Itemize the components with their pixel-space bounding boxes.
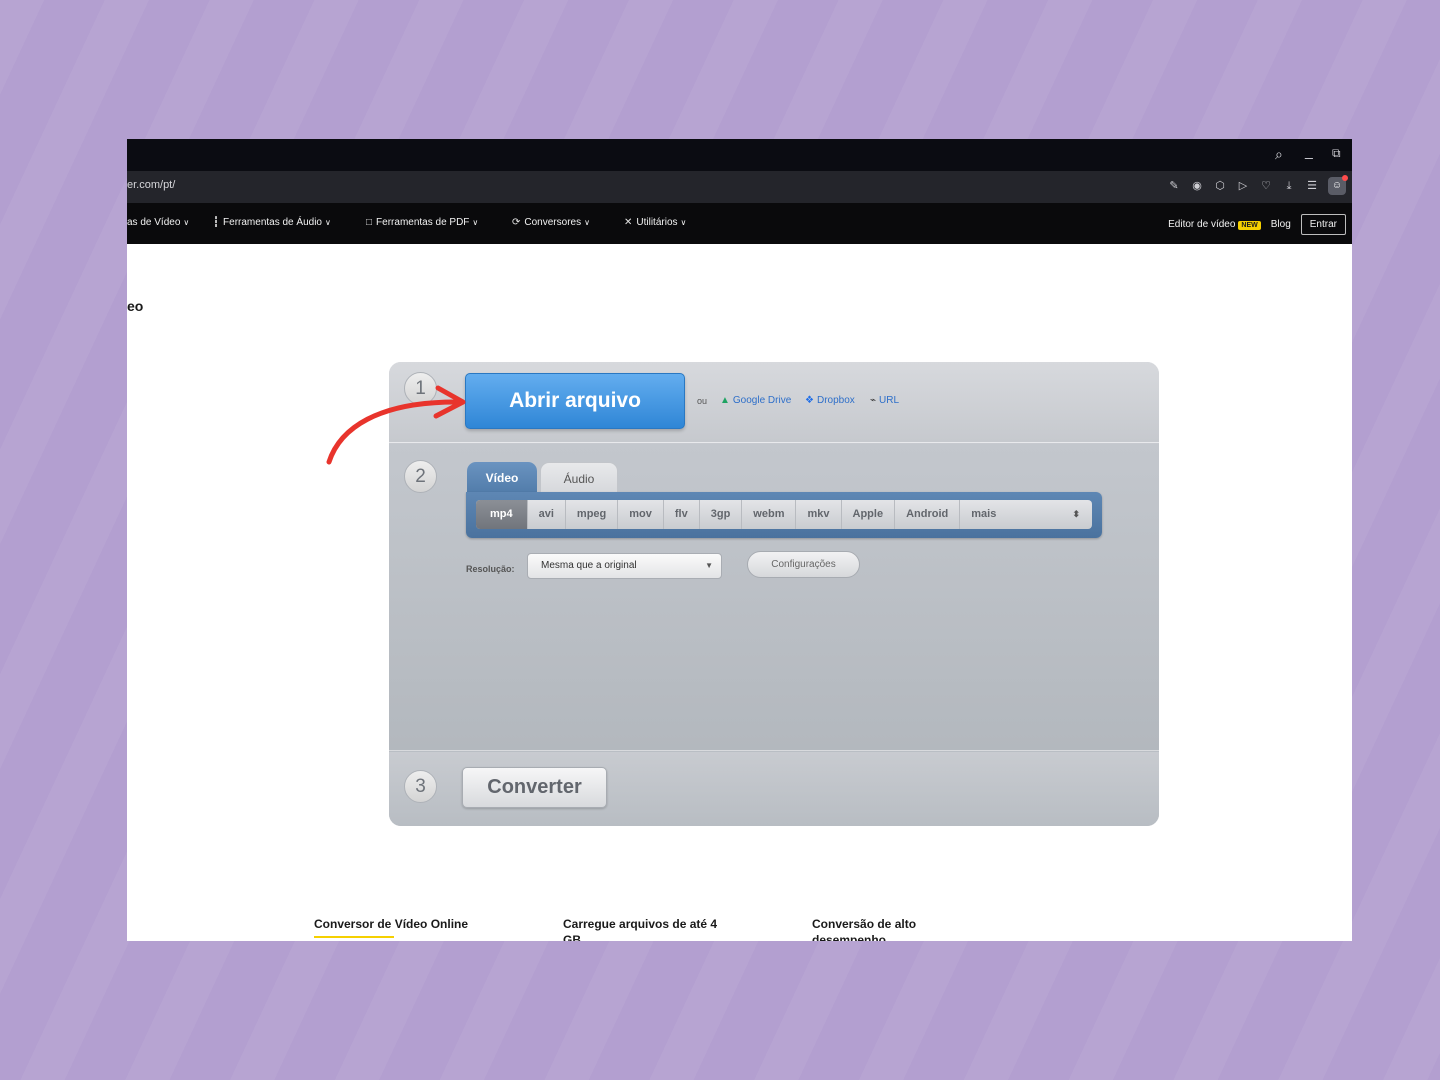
step-format: 2 Áudio Vídeo mp4 avi mpeg mov flv 3gp w… <box>389 444 1159 751</box>
resolution-select[interactable]: Mesma que a original ▼ <box>527 553 722 579</box>
edit-icon[interactable]: ✎ <box>1167 179 1181 193</box>
nav-label: Conversores <box>524 217 582 228</box>
nav-label: Ferramentas de Áudio <box>223 217 322 228</box>
blog-link[interactable]: Blog <box>1271 219 1291 230</box>
caret-down-icon: ▼ <box>705 561 713 570</box>
restore-icon[interactable]: ⧉ <box>1332 146 1341 161</box>
pdf-icon: □ <box>366 217 373 228</box>
format-apple[interactable]: Apple <box>842 500 896 529</box>
up-down-arrows-icon: ⬍ <box>1072 509 1080 519</box>
heart-icon[interactable]: ♡ <box>1259 179 1273 193</box>
format-mp4[interactable]: mp4 <box>476 500 528 529</box>
format-more-select[interactable]: mais ⬍ <box>960 500 1092 529</box>
tab-audio[interactable]: Áudio <box>540 462 618 496</box>
nav-utilities[interactable]: ✕ Utilitários ∨ <box>624 217 686 228</box>
annotation-arrow-icon <box>326 385 466 465</box>
format-flv[interactable]: flv <box>664 500 700 529</box>
dropbox-link[interactable]: ❖ Dropbox <box>805 395 855 406</box>
chevron-down-icon: ∨ <box>584 218 590 227</box>
google-drive-label: Google Drive <box>732 395 792 406</box>
nav-label: Utilitários <box>636 217 678 228</box>
format-bar: mp4 avi mpeg mov flv 3gp webm mkv Apple … <box>476 500 1092 529</box>
google-drive-link[interactable]: ▲ Google Drive <box>720 395 791 406</box>
format-webm[interactable]: webm <box>742 500 797 529</box>
convert-button[interactable]: Converter <box>462 767 607 808</box>
feature-title: Conversão de alto desempenho <box>812 917 917 941</box>
tools-icon: ✕ <box>624 217 633 228</box>
site-navigation: as de Vídeo ∨ ┇ Ferramentas de Áudio ∨ □ Fer… <box>127 203 1352 244</box>
nav-label: as de Vídeo <box>127 217 181 228</box>
url-label: URL <box>879 395 900 406</box>
link-icon: ⌁ <box>870 395 877 406</box>
toolbar-icons: ✎ ◉ ⬡ ▷ ♡ ⤓ ☰ ☺ <box>1167 175 1348 195</box>
address-bar[interactable]: er.com/pt/ ✎ ◉ ⬡ ▷ ♡ ⤓ ☰ ☺ <box>127 171 1352 203</box>
nav-audio-tools[interactable]: ┇ Ferramentas de Áudio ∨ <box>213 217 331 228</box>
step-number: 3 <box>404 770 437 803</box>
open-file-button[interactable]: Abrir arquivo <box>465 373 685 429</box>
chevron-down-icon: ∨ <box>183 218 190 227</box>
feature-underline <box>314 936 394 938</box>
chevron-down-icon: ∨ <box>324 218 331 227</box>
notification-dot <box>1342 175 1348 181</box>
chevron-down-icon: ∨ <box>472 218 479 227</box>
format-mov[interactable]: mov <box>618 500 664 529</box>
video-editor-label: Editor de vídeo <box>1168 219 1236 230</box>
url-text[interactable]: er.com/pt/ <box>127 179 175 191</box>
dropbox-icon: ❖ <box>805 395 814 406</box>
search-icon[interactable]: ⌕ <box>1275 146 1283 163</box>
format-more-label: mais <box>971 508 997 520</box>
nav-pdf-tools[interactable]: □ Ferramentas de PDF ∨ <box>366 217 478 228</box>
format-3gp[interactable]: 3gp <box>700 500 743 529</box>
format-android[interactable]: Android <box>895 500 961 529</box>
login-button[interactable]: Entrar <box>1300 214 1346 235</box>
camera-icon[interactable]: ◉ <box>1190 179 1204 193</box>
nav-converters[interactable]: ⟳ Conversores ∨ <box>512 217 590 228</box>
play-icon[interactable]: ▷ <box>1236 179 1250 193</box>
step-open-file: 1 Abrir arquivo ou ▲ Google Drive ❖ Dropbo… <box>389 362 1159 443</box>
feature-title: Conversor de Vídeo Online <box>314 917 469 931</box>
minimize-icon[interactable]: _ <box>1305 143 1313 159</box>
title-bar: ⌕ _ ⧉ <box>127 139 1352 171</box>
nav-video-tools[interactable]: as de Vídeo ∨ <box>127 217 189 228</box>
format-mpeg[interactable]: mpeg <box>566 500 619 529</box>
feature-title: Carregue arquivos de até 4 GB <box>563 917 718 941</box>
convert-icon: ⟳ <box>512 217 521 228</box>
dropbox-label: Dropbox <box>816 395 855 406</box>
audio-wave-icon: ┇ <box>213 217 220 228</box>
converter-panel: 1 Abrir arquivo ou ▲ Google Drive ❖ Dropbo… <box>389 362 1159 826</box>
format-avi[interactable]: avi <box>528 500 566 529</box>
url-link[interactable]: ⌁ URL <box>870 395 899 406</box>
video-editor-link[interactable]: Editor de vídeo NEW <box>1168 219 1261 230</box>
new-badge: NEW <box>1238 221 1261 230</box>
profile-icon[interactable]: ☺ <box>1328 175 1348 195</box>
format-panel: mp4 avi mpeg mov flv 3gp webm mkv Apple … <box>466 492 1102 538</box>
nav-label: Ferramentas de PDF <box>376 217 470 228</box>
format-mkv[interactable]: mkv <box>796 500 842 529</box>
page-title: eo <box>127 298 144 314</box>
settings-button[interactable]: Configurações <box>747 551 860 578</box>
nav-right-group: Editor de vídeo NEW Blog Entrar <box>1168 214 1346 235</box>
browser-window: ⌕ _ ⧉ er.com/pt/ ✎ ◉ ⬡ ▷ ♡ ⤓ ☰ ☺ as de V… <box>127 139 1352 941</box>
or-label: ou <box>697 396 708 406</box>
step-convert: 3 Converter <box>389 752 1159 826</box>
menu-icon[interactable]: ☰ <box>1305 179 1319 193</box>
shield-icon[interactable]: ⬡ <box>1213 179 1227 193</box>
chevron-down-icon: ∨ <box>680 218 687 227</box>
download-icon[interactable]: ⤓ <box>1282 179 1296 193</box>
resolution-label: Resolução: <box>466 564 515 574</box>
google-drive-icon: ▲ <box>720 395 730 406</box>
resolution-value: Mesma que a original <box>541 560 637 571</box>
